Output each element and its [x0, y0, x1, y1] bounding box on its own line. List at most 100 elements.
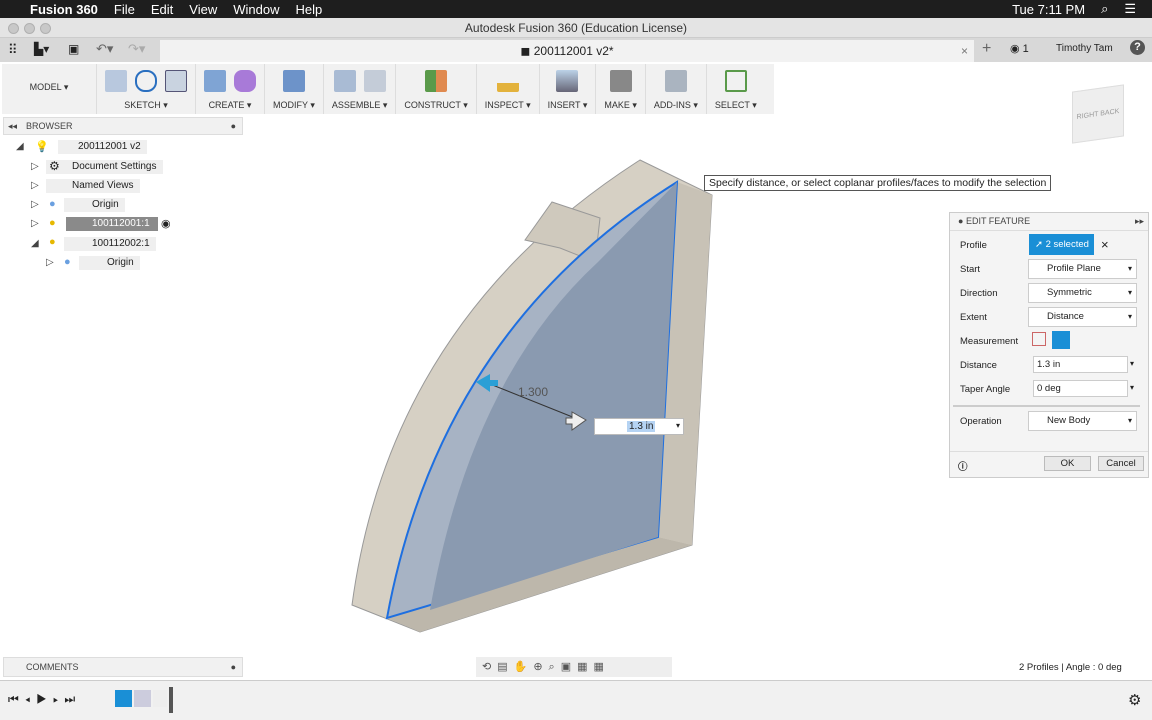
orbit-icon[interactable]: ⟲ — [482, 661, 497, 673]
pan-icon[interactable]: ✋ — [514, 661, 534, 673]
display-settings-icon[interactable]: ▣ — [561, 661, 577, 673]
workspace-switcher[interactable]: MODEL ▾ — [2, 64, 97, 114]
menu-file[interactable]: File — [114, 2, 135, 17]
look-at-icon[interactable]: ▤ — [497, 661, 513, 673]
browser-header[interactable]: ◂◂ BROWSER ● — [3, 117, 243, 135]
timeline-marker[interactable] — [169, 687, 173, 713]
grid-settings-icon[interactable]: ▦ — [577, 661, 593, 673]
zoom-icon[interactable]: ⊕ — [533, 661, 548, 673]
document-tab[interactable]: ◼ 200112001 v2* × — [160, 40, 974, 62]
search-icon[interactable]: ⌕ — [1101, 1, 1108, 17]
last-icon[interactable]: ⏭ — [64, 692, 81, 706]
addins-group[interactable]: ADD-INS ▾ — [646, 64, 707, 114]
menu-window[interactable]: Window — [233, 2, 279, 17]
add-comment-icon[interactable]: ● — [231, 658, 236, 676]
activate-radio[interactable]: ◉ — [161, 217, 171, 230]
distance-input[interactable]: 1.3 in — [1033, 356, 1128, 373]
redo-icon[interactable]: ↷▾ — [128, 41, 145, 57]
measurement-option-1[interactable] — [1032, 332, 1046, 346]
inspect-group[interactable]: INSPECT ▾ — [477, 64, 540, 114]
insert-group[interactable]: INSERT ▾ — [540, 64, 597, 114]
create-group[interactable]: CREATE ▾ — [196, 64, 265, 114]
expand-toggle[interactable]: ▷ — [31, 218, 39, 229]
3d-print-icon[interactable] — [609, 70, 632, 92]
first-icon[interactable]: ⏮ — [8, 692, 25, 706]
visibility-bulb-icon[interactable]: ● — [64, 256, 71, 268]
plane-icon[interactable] — [425, 70, 448, 92]
viewports-icon[interactable]: ▦ — [594, 661, 610, 673]
direction-select[interactable]: Symmetric — [1028, 283, 1137, 303]
timeline-feature[interactable] — [153, 690, 167, 707]
collapse-icon[interactable]: ◂◂ — [8, 118, 17, 134]
navigation-bar[interactable]: ⟲▤✋⊕⌕▣▦▦ — [476, 657, 672, 677]
expand-toggle[interactable]: ▷ — [46, 257, 54, 268]
undo-icon[interactable]: ↶▾ — [96, 41, 113, 57]
menu-help[interactable]: Help — [295, 2, 322, 17]
extrude-icon[interactable] — [204, 70, 226, 92]
menu-view[interactable]: View — [189, 2, 217, 17]
tree-origin[interactable]: Origin — [64, 198, 125, 212]
new-component-icon[interactable] — [333, 70, 356, 92]
minimize-window-button[interactable] — [24, 23, 35, 34]
help-icon[interactable]: ? — [1130, 40, 1145, 55]
assemble-group[interactable]: ASSEMBLE ▾ — [324, 64, 397, 114]
timeline-extrude-feature[interactable] — [134, 690, 151, 707]
menu-edit[interactable]: Edit — [151, 2, 173, 17]
close-tab-icon[interactable]: × — [961, 40, 968, 62]
expand-toggle[interactable]: ◢ — [31, 238, 39, 249]
tree-origin-sub[interactable]: Origin — [79, 256, 140, 270]
zoom-window-button[interactable] — [40, 23, 51, 34]
create-sketch-icon[interactable] — [105, 70, 127, 92]
visibility-bulb-icon[interactable]: ● — [49, 198, 56, 210]
new-tab-icon[interactable]: + — [982, 40, 991, 58]
expand-toggle[interactable]: ▷ — [31, 161, 39, 172]
save-icon[interactable]: ▣ — [68, 42, 79, 56]
select-group[interactable]: SELECT ▾ — [707, 64, 765, 114]
distance-manipulator-input[interactable]: 1.3 in ▾ — [594, 418, 684, 435]
sketch-group[interactable]: SKETCH ▾ — [97, 64, 196, 114]
distance-manipulator-value[interactable]: 1.3 in — [627, 421, 656, 432]
notifications-icon[interactable]: ◉ 1 — [1010, 42, 1029, 55]
timeline-settings-gear-icon[interactable]: ⚙ — [1128, 691, 1141, 709]
operation-select[interactable]: New Body — [1028, 411, 1137, 431]
visibility-bulb-icon[interactable]: ● — [49, 217, 56, 229]
joint-icon[interactable] — [363, 70, 386, 92]
clock[interactable]: Tue 7:11 PM — [1012, 2, 1085, 17]
taper-dropdown[interactable]: ▾ — [1130, 383, 1134, 392]
canvas-image-icon[interactable] — [556, 70, 579, 92]
timeline-sketch-feature[interactable] — [115, 690, 132, 707]
list-icon[interactable]: ☰ — [1124, 1, 1136, 17]
visibility-bulb-icon[interactable]: ● — [49, 236, 56, 248]
press-pull-icon[interactable] — [282, 70, 305, 92]
file-icon[interactable]: ▙▾ — [34, 42, 49, 56]
info-icon[interactable]: ⓘ — [958, 459, 968, 473]
visibility-bulb-icon[interactable]: 💡 — [35, 140, 49, 153]
expand-toggle[interactable]: ◢ — [16, 141, 24, 152]
extent-select[interactable]: Distance — [1028, 307, 1137, 327]
start-select[interactable]: Profile Plane — [1028, 259, 1137, 279]
pin-icon[interactable]: ● — [231, 118, 236, 134]
taper-angle-input[interactable]: 0 deg — [1033, 380, 1128, 397]
timeline-controls[interactable]: ⏮◂▶▸⏭ — [8, 692, 81, 707]
distance-dropdown[interactable]: ▾ — [1130, 359, 1134, 368]
select-icon[interactable] — [724, 70, 747, 92]
modify-group[interactable]: MODIFY ▾ — [265, 64, 324, 114]
cancel-button[interactable]: Cancel — [1098, 456, 1144, 471]
expand-icon[interactable]: ▸▸ — [1135, 216, 1144, 227]
measure-icon[interactable] — [496, 70, 519, 92]
grid-icon[interactable]: ⠿ — [8, 42, 18, 58]
make-group[interactable]: MAKE ▾ — [596, 64, 646, 114]
tree-component-100112001[interactable]: 100112001:1 — [66, 217, 158, 231]
clear-selection-icon[interactable]: × — [1101, 237, 1109, 252]
ok-button[interactable]: OK — [1044, 456, 1091, 471]
tree-named-views[interactable]: Named Views — [46, 179, 140, 193]
scripts-icon[interactable] — [664, 70, 687, 92]
prev-icon[interactable]: ◂ — [25, 692, 36, 706]
tree-document-settings[interactable]: Document Settings — [46, 160, 163, 174]
construct-group[interactable]: CONSTRUCT ▾ — [396, 64, 477, 114]
close-window-button[interactable] — [8, 23, 19, 34]
viewcube[interactable]: RIGHT BACK — [1072, 84, 1124, 144]
form-icon[interactable] — [234, 70, 256, 92]
play-icon[interactable]: ▶ — [36, 692, 53, 706]
arc-icon[interactable] — [135, 70, 157, 92]
